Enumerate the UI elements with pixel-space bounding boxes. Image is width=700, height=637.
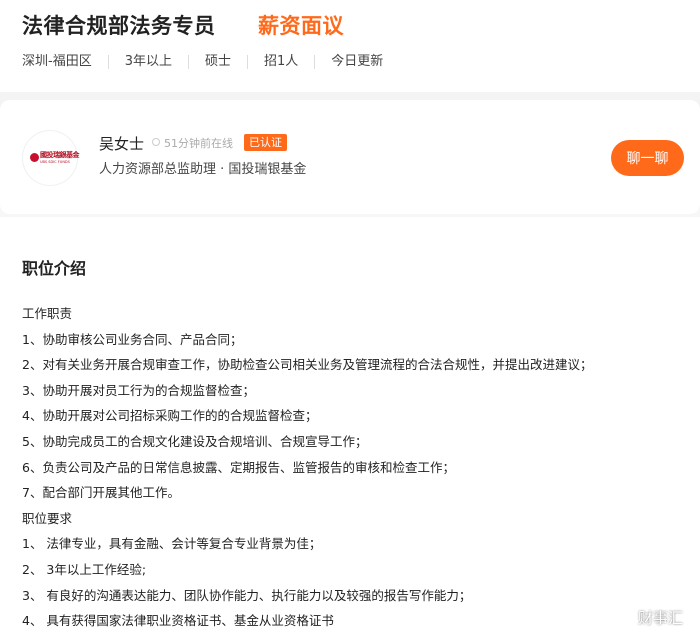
online-status: 51分钟前在线 — [164, 137, 233, 150]
company-logo[interactable]: 國投瑞銀基金 UBS SDIC FUNDS — [22, 130, 80, 186]
recruiter-position: 人力资源部总监助理 · 国投瑞银基金 — [99, 162, 307, 177]
tag-headcount: 招1人 — [247, 55, 314, 69]
logo-subtext: UBS SDIC FUNDS — [40, 160, 70, 164]
desc-heading-duties: 工作职责 — [22, 306, 73, 321]
desc-line: 2、对有关业务开展合规审查工作，协助检查公司相关业务及管理流程的合法合规性，并提… — [22, 357, 593, 373]
desc-line: 3、 有良好的沟通表达能力、团队协作能力、执行能力以及较强的报告写作能力； — [22, 587, 472, 603]
job-header: 法律合规部法务专员 薪资面议 深圳-福田区 3年以上 硕士 招1人 今日更新 — [0, 0, 700, 92]
job-title: 法律合规部法务专员 — [22, 14, 216, 38]
desc-line: 4、 具有获得国家法律职业资格证书、基金从业资格证书 — [22, 613, 334, 629]
desc-line: 5、协助完成员工的合规文化建设及合规培训、合规宣导工作； — [22, 433, 368, 449]
tag-experience: 3年以上 — [107, 55, 188, 69]
logo-text: 國投瑞銀基金 — [40, 151, 80, 159]
job-description: 工作职责 1、协助审核公司业务合同、产品合同； 2、对有关业务开展合规审查工作，… — [22, 301, 692, 634]
verified-badge: 已认证 — [244, 134, 287, 151]
recruiter-card: 國投瑞銀基金 UBS SDIC FUNDS 吴女士 51分钟前在线 已认证 人力… — [0, 100, 700, 214]
desc-line: 4、协助开展对公司招标采购工作的的合规监督检查； — [22, 408, 318, 424]
online-status-icon — [152, 138, 160, 146]
desc-line: 7、配合部门开展其他工作。 — [22, 485, 180, 501]
recruiter-name: 吴女士 — [99, 135, 145, 153]
desc-line: 2、 3年以上工作经验; — [22, 561, 147, 577]
tag-updated: 今日更新 — [314, 55, 399, 69]
watermark: 财事汇 — [612, 607, 683, 628]
desc-line: 6、负责公司及产品的日常信息披露、定期报告、监管报告的审核和检查工作； — [22, 459, 455, 475]
desc-line: 1、协助审核公司业务合同、产品合同； — [22, 331, 243, 347]
desc-line: 1、 法律专业，具有金融、会计等复合专业背景为佳； — [22, 536, 322, 552]
watermark-text: 财事汇 — [638, 609, 684, 627]
salary: 薪资面议 — [258, 14, 344, 38]
tag-location: 深圳-福田区 — [22, 54, 92, 69]
weibo-icon — [612, 609, 633, 626]
desc-heading-requirements: 职位要求 — [22, 510, 73, 526]
job-tags: 深圳-福田区 3年以上 硕士 招1人 今日更新 — [22, 55, 399, 69]
tag-education: 硕士 — [187, 55, 247, 69]
section-title: 职位介绍 — [22, 259, 87, 278]
desc-line: 3、协助开展对员工行为的合规监督检查； — [22, 382, 255, 398]
job-detail-page: 法律合规部法务专员 薪资面议 深圳-福田区 3年以上 硕士 招1人 今日更新 國… — [0, 0, 700, 637]
chat-button[interactable]: 聊一聊 — [611, 140, 684, 176]
logo-mark-icon — [30, 153, 39, 162]
